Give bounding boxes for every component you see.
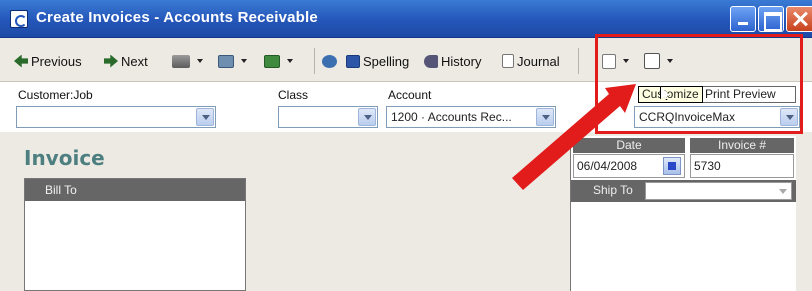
chevron-down-icon[interactable] <box>536 108 554 126</box>
invoice-number-label: Invoice # <box>690 138 794 153</box>
customer-job-field[interactable] <box>16 106 216 128</box>
minimize-button[interactable] <box>730 6 756 32</box>
spelling-button[interactable]: Spelling <box>346 52 409 70</box>
ship-icon <box>264 54 280 68</box>
ship-to-field[interactable] <box>645 182 792 200</box>
class-label: Class <box>278 88 309 102</box>
find-icon <box>322 54 337 68</box>
send-button[interactable] <box>218 52 247 70</box>
next-button[interactable]: Next <box>104 52 148 70</box>
print-icon <box>172 54 190 68</box>
print-button[interactable] <box>172 52 203 70</box>
account-label: Account <box>388 88 432 102</box>
toolbar-divider <box>578 48 579 74</box>
invoice-number-value: 5730 <box>694 159 721 173</box>
previous-icon <box>14 54 28 68</box>
chevron-down-icon <box>287 59 293 63</box>
spelling-icon <box>346 54 360 68</box>
bill-to-box[interactable]: Bill To <box>24 178 246 291</box>
find-button[interactable] <box>322 52 340 70</box>
account-value: 1200 · Accounts Rec... <box>391 110 512 124</box>
app-icon[interactable] <box>10 10 28 28</box>
bill-to-label: Bill To <box>25 179 245 201</box>
date-label: Date <box>573 138 685 153</box>
ship-button[interactable] <box>264 52 293 70</box>
ship-to-row: Ship To <box>571 180 796 202</box>
chevron-down-icon <box>197 59 203 63</box>
previous-label: Previous <box>31 53 82 69</box>
invoice-title: Invoice <box>24 146 105 170</box>
account-field[interactable]: 1200 · Accounts Rec... <box>386 106 556 128</box>
date-value: 06/04/2008 <box>577 159 638 173</box>
toolbar-divider <box>314 48 315 74</box>
chevron-down-icon <box>241 59 247 63</box>
spelling-label: Spelling <box>363 53 410 69</box>
history-label: History <box>441 53 482 69</box>
next-icon <box>104 54 118 68</box>
customer-job-label: Customer:Job <box>18 88 93 102</box>
send-icon <box>218 54 234 68</box>
title-bar: Create Invoices - Accounts Receivable <box>0 0 812 38</box>
class-field[interactable] <box>278 106 378 128</box>
close-button[interactable] <box>786 6 812 32</box>
next-label: Next <box>121 53 148 69</box>
chevron-down-icon[interactable] <box>196 108 214 126</box>
history-icon <box>424 54 438 68</box>
annotation-highlight-box <box>595 34 803 134</box>
invoice-number-field[interactable]: 5730 <box>690 154 794 178</box>
calendar-icon[interactable] <box>663 157 681 175</box>
journal-label: Journal <box>517 53 560 69</box>
window-title: Create Invoices - Accounts Receivable <box>36 9 318 26</box>
maximize-button[interactable] <box>758 6 784 32</box>
journal-button[interactable]: Journal <box>502 52 560 70</box>
history-button[interactable]: History <box>424 52 481 70</box>
ship-to-label: Ship To <box>593 183 633 197</box>
chevron-down-icon[interactable] <box>358 108 376 126</box>
previous-button[interactable]: Previous <box>14 52 82 70</box>
journal-icon <box>502 54 514 68</box>
